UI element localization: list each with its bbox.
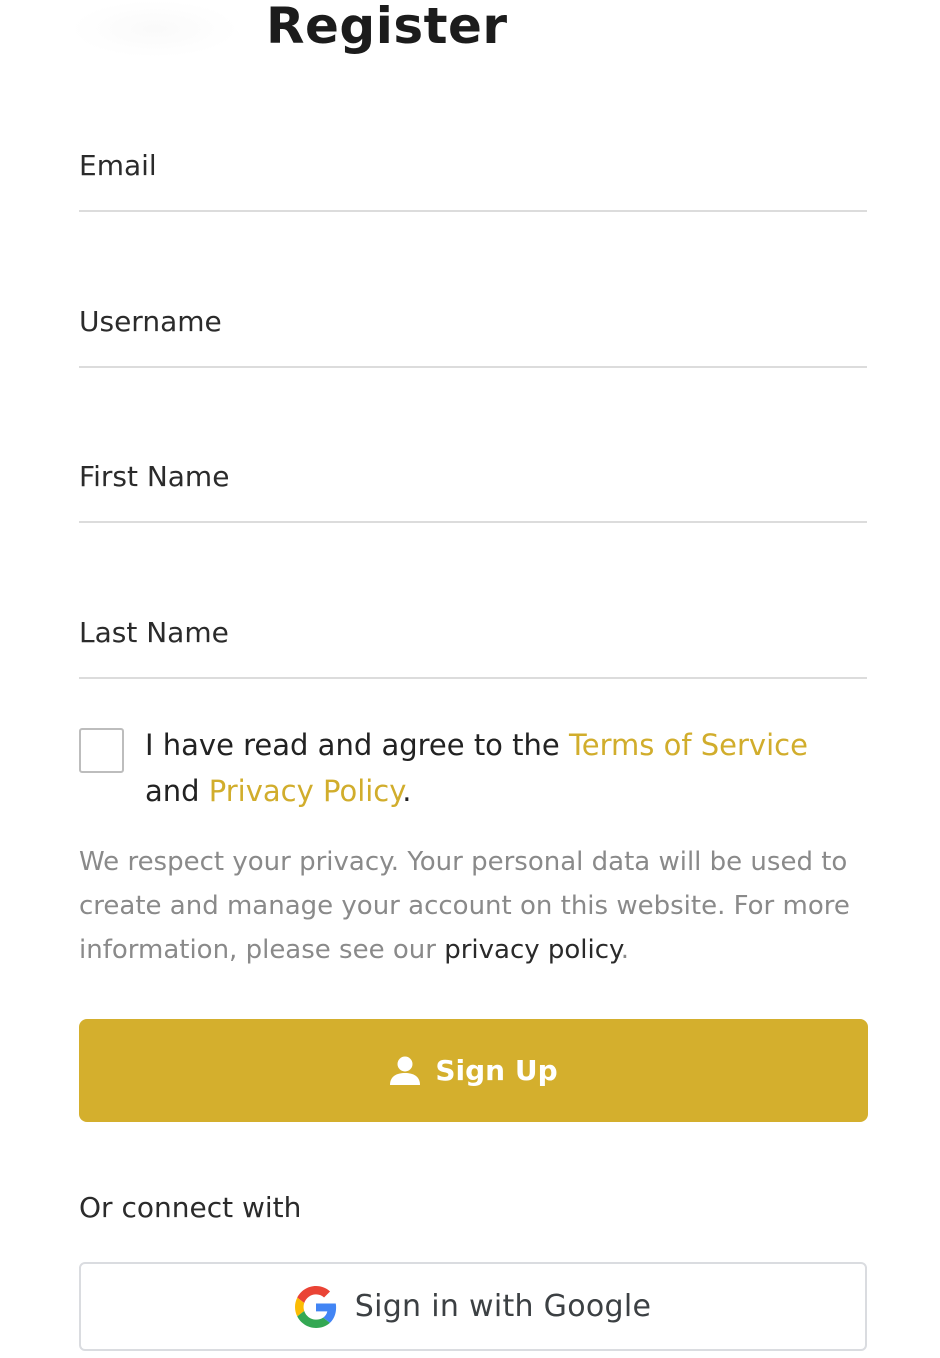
last-name-field-container (79, 587, 867, 679)
agreement-middle: and (145, 774, 209, 808)
user-icon (389, 1056, 421, 1086)
privacy-policy-link[interactable]: Privacy Policy (209, 774, 403, 808)
logo-placeholder (70, 0, 240, 58)
last-name-input[interactable] (79, 587, 867, 677)
google-sign-in-button[interactable]: Sign in with Google (79, 1262, 867, 1351)
google-icon (294, 1285, 337, 1328)
connect-with-label: Or connect with (79, 1191, 302, 1224)
agreement-suffix: . (402, 774, 412, 808)
privacy-notice: We respect your privacy. Your personal d… (79, 840, 869, 972)
agreement-prefix: I have read and agree to the (145, 728, 569, 762)
privacy-policy-inline-link[interactable]: privacy policy (444, 935, 621, 965)
terms-agreement-text: I have read and agree to the Terms of Se… (145, 722, 865, 814)
privacy-notice-suffix: . (620, 935, 629, 965)
username-input[interactable] (79, 276, 867, 366)
google-sign-in-label: Sign in with Google (354, 1289, 652, 1324)
first-name-input[interactable] (79, 431, 867, 521)
email-input[interactable] (79, 120, 867, 210)
sign-up-label: Sign Up (435, 1054, 558, 1087)
username-field-container (79, 276, 867, 368)
email-field-container (79, 120, 867, 212)
terms-checkbox[interactable] (79, 728, 124, 773)
page-title: Register (266, 0, 508, 55)
first-name-field-container (79, 431, 867, 523)
register-page: Register I have read and agree to the Te… (0, 0, 940, 1358)
terms-of-service-link[interactable]: Terms of Service (569, 728, 808, 762)
sign-up-button[interactable]: Sign Up (79, 1019, 868, 1122)
